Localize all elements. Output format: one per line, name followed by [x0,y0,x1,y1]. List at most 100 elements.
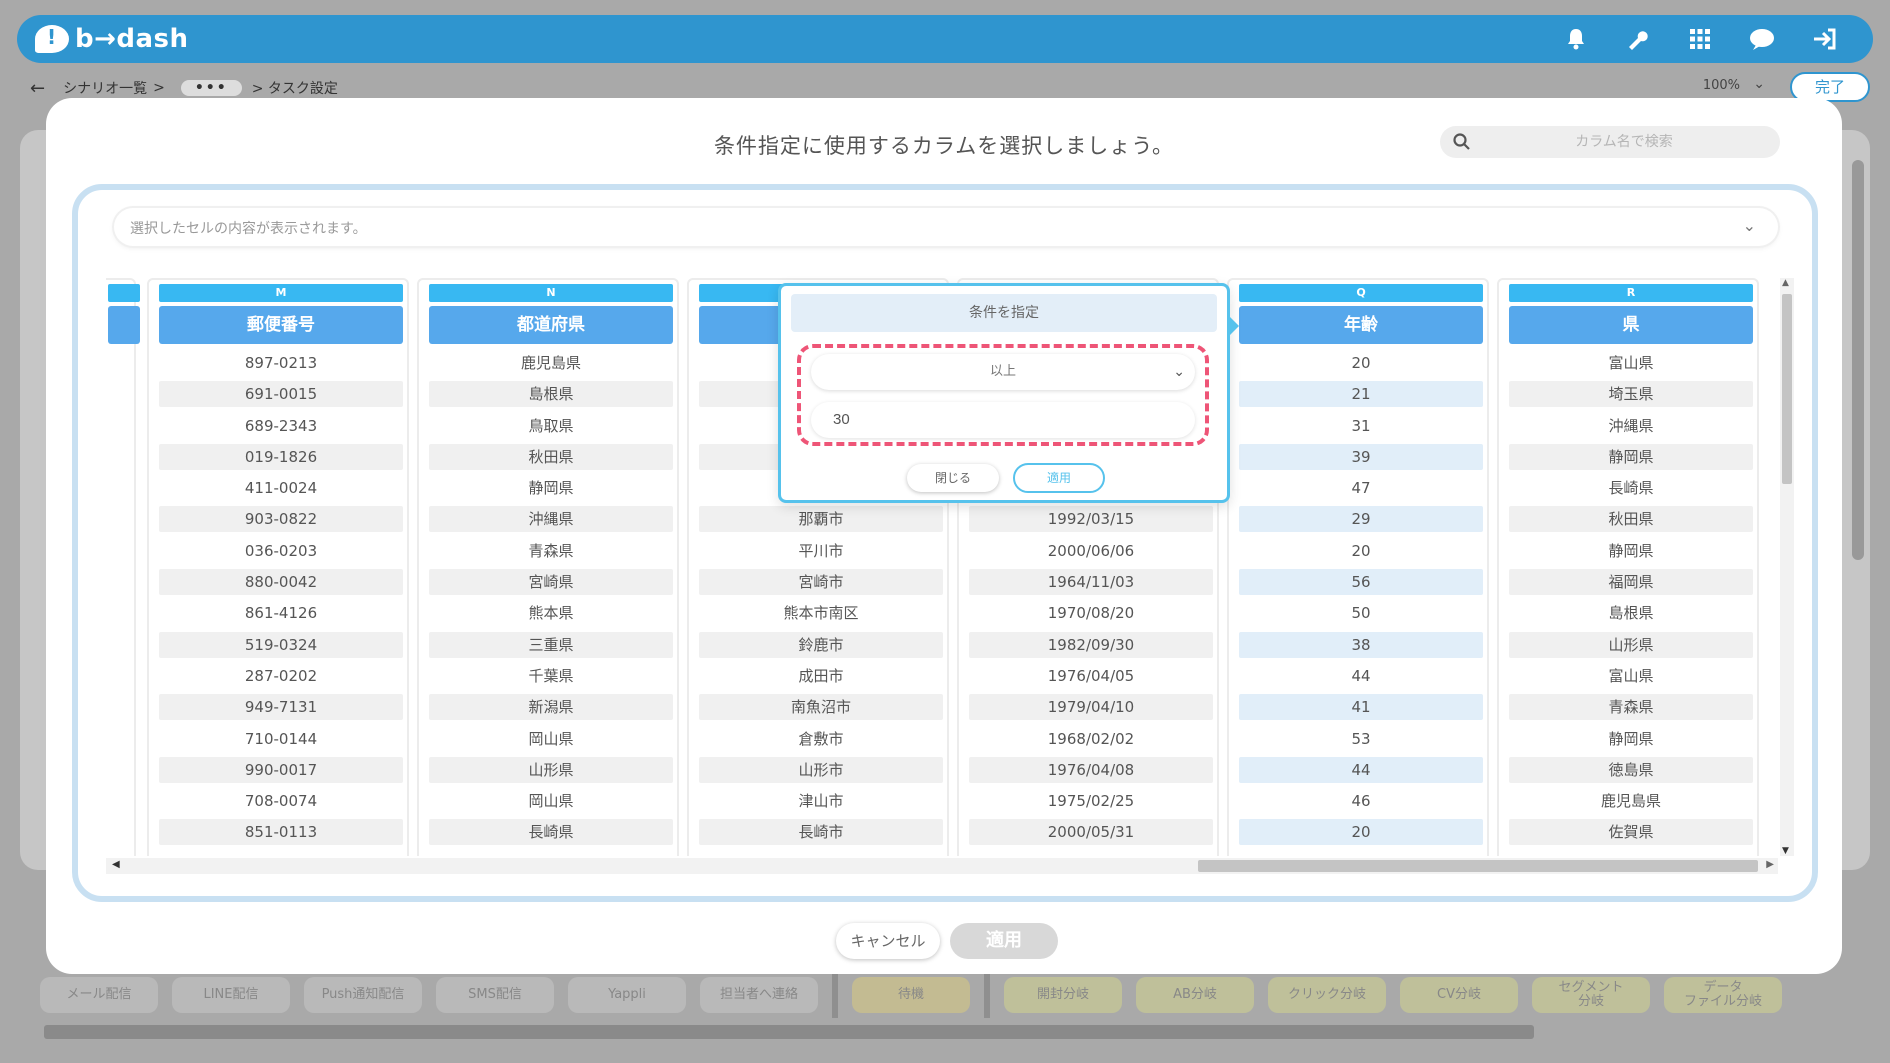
table-cell[interactable]: 埼玉県 [1509,381,1753,408]
table-cell[interactable]: 新潟県 [429,694,673,721]
table-cell[interactable]: 宮崎県 [429,569,673,596]
table-cell[interactable]: 那覇市 [699,506,943,533]
table-cell[interactable]: 39 [1239,443,1483,470]
column-partial-left[interactable] [106,278,140,856]
table-cell[interactable]: 21 [1239,381,1483,408]
popup-close-button[interactable]: 閉じる [907,464,999,492]
bell-icon[interactable] [1561,25,1591,53]
table-cell[interactable]: 福岡県 [1509,569,1753,596]
table-cell[interactable]: 長崎県 [1509,475,1753,501]
table-cell[interactable]: 31 [1239,413,1483,439]
table-cell[interactable]: 036-0203 [159,538,403,564]
chat-support-icon[interactable] [1747,25,1777,53]
table-cell[interactable]: 津山市 [699,788,943,814]
chevron-down-icon[interactable]: ⌄ [1743,216,1756,235]
table-cell[interactable]: 静岡県 [1509,726,1753,752]
table-cell[interactable]: 1964/11/03 [969,569,1213,596]
table-cell[interactable]: 689-2343 [159,413,403,439]
table-cell[interactable]: 南魚沼市 [699,694,943,721]
popup-apply-button[interactable]: 適用 [1013,463,1105,493]
scroll-right-icon[interactable]: ▶ [1766,859,1774,870]
table-cell[interactable]: 949-7131 [159,694,403,721]
table-cell[interactable]: 44 [1239,663,1483,689]
table-cell[interactable]: 静岡県 [1509,538,1753,564]
column-m[interactable]: M 郵便番号 897-0213 691-0015 689-2343 019-1826 4… [147,278,409,856]
palette-mail[interactable]: メール配信 [40,977,158,1013]
wrench-icon[interactable] [1623,25,1653,53]
table-cell[interactable]: 519-0324 [159,631,403,658]
column-search-input[interactable] [1484,126,1764,158]
table-cell[interactable]: 鈴鹿市 [699,631,943,658]
table-cell[interactable]: 山形県 [1509,631,1753,658]
table-cell[interactable]: 徳島県 [1509,756,1753,783]
table-cell[interactable]: 富山県 [1509,350,1753,376]
table-cell[interactable]: 861-4126 [159,600,403,626]
table-cell[interactable]: 287-0202 [159,663,403,689]
table-cell[interactable]: 1979/04/10 [969,694,1213,721]
column-r[interactable]: R 県 富山県 埼玉県 沖縄県 静岡県 長崎県 秋田県 静岡県 福岡県 島根県 山形県 富山県 青森県… [1497,278,1759,856]
palette-yappli[interactable]: Yappli [568,977,686,1013]
canvas-horizontal-scrollbar[interactable] [44,1025,1534,1039]
breadcrumb-scenario-list[interactable]: シナリオ一覧 [63,78,147,98]
table-cell[interactable]: 岡山県 [429,788,673,814]
table-cell[interactable]: 青森県 [1509,694,1753,721]
table-cell[interactable]: 山形市 [699,756,943,783]
table-cell[interactable]: 静岡県 [429,475,673,501]
palette-ab-branch[interactable]: AB分岐 [1136,977,1254,1013]
table-cell[interactable]: 46 [1239,788,1483,814]
table-cell[interactable]: 411-0024 [159,475,403,501]
table-cell[interactable]: 903-0822 [159,506,403,533]
table-cell[interactable]: 佐賀県 [1509,819,1753,846]
palette-contact[interactable]: 担当者へ連絡 [700,977,818,1013]
table-cell[interactable]: 880-0042 [159,569,403,596]
table-cell[interactable]: 山形県 [429,756,673,783]
table-cell[interactable]: 20 [1239,538,1483,564]
table-cell[interactable]: 1976/04/05 [969,663,1213,689]
table-cell[interactable]: 41 [1239,694,1483,721]
palette-wait[interactable]: 待機 [852,977,970,1013]
table-cell[interactable]: 成田市 [699,663,943,689]
canvas-vertical-scrollbar[interactable] [1852,160,1864,560]
scroll-up-icon[interactable]: ▲ [1782,278,1789,288]
table-cell[interactable]: 1976/04/08 [969,756,1213,783]
chevron-down-icon[interactable]: ⌄ [1753,76,1765,92]
table-cell[interactable]: 島根県 [429,381,673,408]
palette-push[interactable]: Push通知配信 [304,977,422,1013]
breadcrumb-more-button[interactable]: ••• [180,80,242,96]
table-cell[interactable]: 秋田県 [429,443,673,470]
scrollbar-thumb[interactable] [1198,860,1758,872]
table-cell[interactable]: 29 [1239,506,1483,533]
logout-icon[interactable] [1809,25,1839,53]
table-cell[interactable]: 1982/09/30 [969,631,1213,658]
selected-cell-display[interactable]: 選択したセルの内容が表示されます。 ⌄ [114,208,1778,246]
table-cell[interactable]: 019-1826 [159,443,403,470]
table-cell[interactable]: 富山県 [1509,663,1753,689]
palette-open-branch[interactable]: 開封分岐 [1004,977,1122,1013]
table-cell[interactable]: 静岡県 [1509,443,1753,470]
table-cell[interactable]: 2000/05/31 [969,819,1213,846]
table-cell[interactable]: 鳥取県 [429,413,673,439]
table-cell[interactable]: 44 [1239,756,1483,783]
table-cell[interactable]: 47 [1239,475,1483,501]
palette-line[interactable]: LINE配信 [172,977,290,1013]
table-cell[interactable]: 三重県 [429,631,673,658]
palette-datafile-branch[interactable]: データ ファイル分岐 [1664,977,1782,1013]
table-cell[interactable]: 1968/02/02 [969,726,1213,752]
table-cell[interactable]: 38 [1239,631,1483,658]
table-cell[interactable]: 851-0113 [159,819,403,846]
table-cell[interactable]: 710-0144 [159,726,403,752]
palette-sms[interactable]: SMS配信 [436,977,554,1013]
scroll-down-icon[interactable]: ▼ [1782,846,1789,856]
table-cell[interactable]: 691-0015 [159,381,403,408]
table-cell[interactable]: 長崎市 [699,819,943,846]
table-cell[interactable]: 青森県 [429,538,673,564]
table-cell[interactable]: 沖縄県 [429,506,673,533]
table-cell[interactable]: 1992/03/15 [969,506,1213,533]
table-cell[interactable]: 千葉県 [429,663,673,689]
palette-segment-branch[interactable]: セグメント 分岐 [1532,977,1650,1013]
table-cell[interactable]: 990-0017 [159,756,403,783]
grid-vertical-scrollbar[interactable]: ▲ ▼ [1780,278,1794,856]
scrollbar-thumb[interactable] [1782,294,1792,484]
table-cell[interactable]: 50 [1239,600,1483,626]
table-cell[interactable]: 岡山県 [429,726,673,752]
